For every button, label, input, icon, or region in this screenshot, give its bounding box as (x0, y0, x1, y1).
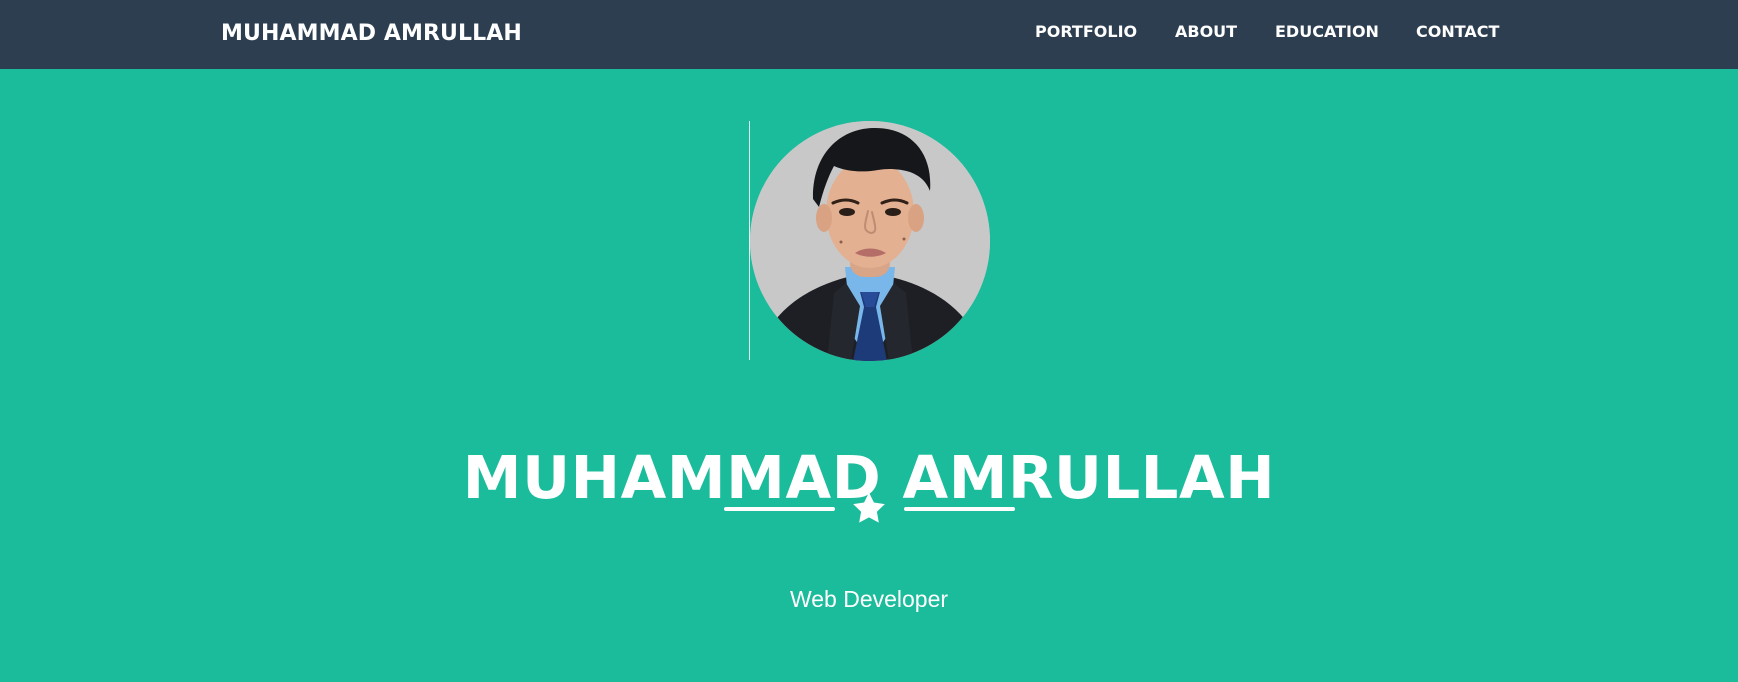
profile-photo-illustration (750, 121, 990, 361)
nav-link-about[interactable]: ABOUT (1175, 20, 1237, 44)
star-icon (850, 490, 888, 528)
nav-link-education[interactable]: EDUCATION (1275, 20, 1379, 44)
divider-line-left (724, 507, 835, 511)
divider-line-right (904, 507, 1015, 511)
profile-photo (750, 121, 990, 361)
brand-link[interactable]: MUHAMMAD AMRULLAH (221, 14, 522, 54)
hero-subtitle: Web Developer (789, 586, 949, 612)
nav-link-portfolio[interactable]: PORTFOLIO (1035, 20, 1137, 44)
nav-links: PORTFOLIO ABOUT EDUCATION CONTACT (1035, 20, 1499, 44)
nav-link-contact[interactable]: CONTACT (1416, 20, 1499, 44)
star-icon-shape (853, 492, 885, 523)
navbar: MUHAMMAD AMRULLAH PORTFOLIO ABOUT EDUCAT… (0, 0, 1738, 69)
